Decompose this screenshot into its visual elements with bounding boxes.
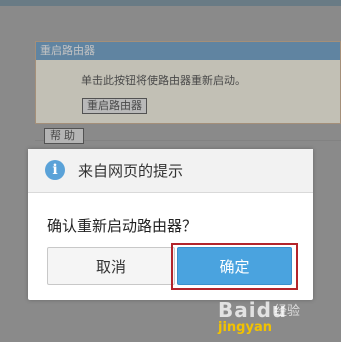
cancel-button[interactable]: 取消: [47, 247, 175, 285]
dialog-title: 来自网页的提示: [78, 162, 184, 180]
dialog-message: 确认重新启动路由器？: [47, 217, 198, 235]
watermark-sub: 经验: [274, 304, 301, 319]
watermark: Baidu 经验 jingyan: [218, 298, 338, 338]
ok-button[interactable]: 确定: [177, 247, 292, 285]
dialog-header: i 来自网页的提示: [28, 149, 313, 193]
confirm-dialog: i 来自网页的提示 确认重新启动路由器？ 取消 确定: [28, 149, 313, 300]
info-icon: i: [45, 160, 65, 180]
watermark-site: jingyan: [218, 320, 272, 335]
